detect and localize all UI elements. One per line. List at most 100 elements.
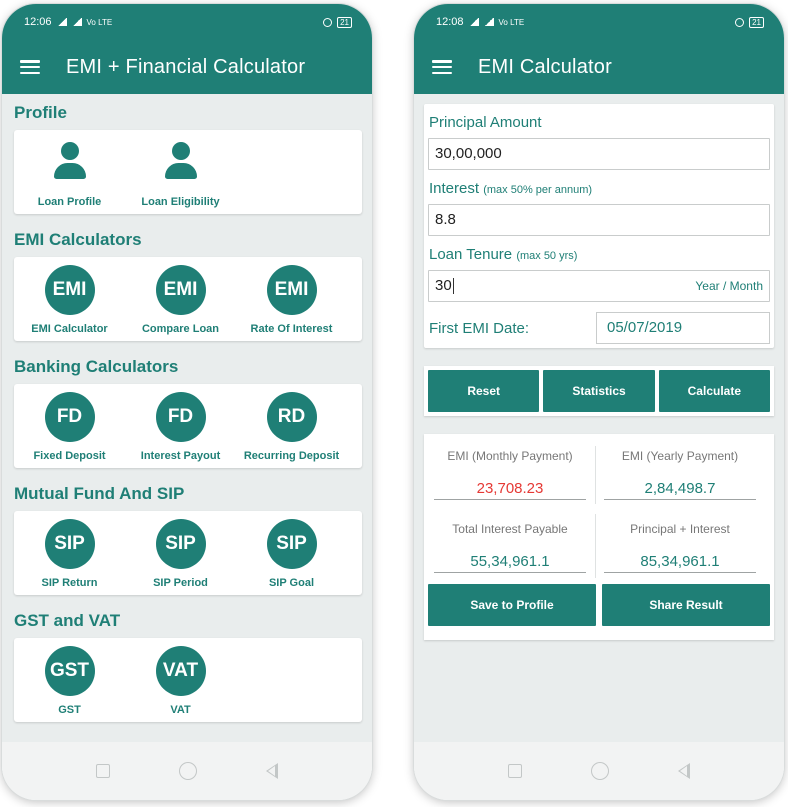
tile-sip-period[interactable]: SIP SIP Period [125,519,236,595]
tenure-value: 30 [435,277,452,294]
back-icon[interactable] [265,763,278,779]
tile-recurring-deposit[interactable]: RD Recurring Deposit [236,392,347,468]
tile-rate-of-interest[interactable]: EMI Rate Of Interest [236,265,347,341]
tile-sip-return[interactable]: SIP SIP Return [14,519,125,595]
tile-label: Interest Payout [140,450,221,462]
tile-vat[interactable]: VAT VAT [125,646,236,722]
tile-label: EMI Calculator [31,323,108,335]
signal-icon [468,18,479,26]
underline [434,499,586,500]
tenure-input[interactable]: 30 Year / Month [428,270,770,302]
total-interest-label: Total Interest Payable [452,522,568,536]
app-bar: EMI Calculator [414,40,784,94]
tile-label: SIP Period [153,577,208,589]
tile-label: Compare Loan [141,323,219,335]
principal-input[interactable]: 30,00,000 [428,138,770,170]
underline [604,572,756,573]
battery-icon: 21 [749,16,764,28]
tile-label: Fixed Deposit [33,450,106,462]
section-card-sip: SIP SIP Return SIP SIP Period SIP SIP Go… [14,511,362,595]
sip-icon: SIP [155,519,206,569]
underline [604,499,756,500]
tenure-unit-toggle[interactable]: Year / Month [695,271,763,301]
person-icon [156,138,206,188]
page-title: EMI Calculator [478,55,612,78]
section-title-sip: Mutual Fund And SIP [14,484,185,503]
home-icon[interactable] [178,762,197,780]
tile-emi-calculator[interactable]: EMI EMI Calculator [14,265,125,341]
network-label: Vo LTE [86,17,113,27]
emi-yearly-label: EMI (Yearly Payment) [621,449,739,463]
status-bar: 12:06 Vo LTE 21 [2,4,372,40]
person-icon [45,138,95,188]
tile-label: SIP Return [41,577,98,589]
network-label: Vo LTE [498,17,525,27]
emi-icon: EMI [155,265,206,315]
section-card-profile: Loan Profile Loan Eligibility [14,130,362,214]
tile-loan-eligibility[interactable]: Loan Eligibility [125,138,236,214]
phone-right: 12:08 Vo LTE 21 EMI Calculator Principal… [414,4,784,800]
principal-interest-label: Principal + Interest [630,522,730,536]
tile-gst[interactable]: GST GST [14,646,125,722]
alarm-icon [323,17,333,27]
emi-yearly-result: EMI (Yearly Payment) 2,84,498.7 [598,446,762,500]
tile-label: Loan Eligibility [141,196,220,208]
section-card-banking: FD Fixed Deposit FD Interest Payout RD R… [14,384,362,468]
tile-label: SIP Goal [268,577,315,589]
recents-icon[interactable] [508,764,523,778]
tile-label: Rate Of Interest [250,323,333,335]
fd-icon: FD [155,392,206,442]
phone-left: 12:06 Vo LTE 21 EMI + Financial Calculat… [2,4,372,800]
action-buttons: Reset Statistics Calculate [424,366,774,416]
vat-icon: VAT [155,646,206,696]
page-title: EMI + Financial Calculator [66,55,306,78]
system-nav-bar [414,742,784,800]
back-icon[interactable] [677,763,690,779]
tile-compare-loan[interactable]: EMI Compare Loan [125,265,236,341]
recents-icon[interactable] [96,764,111,778]
section-title-gst: GST and VAT [14,611,121,630]
interest-label-text: Interest [429,180,480,197]
tile-interest-payout[interactable]: FD Interest Payout [125,392,236,468]
first-emi-label: First EMI Date: [429,320,530,337]
menu-icon[interactable] [20,60,40,74]
emi-icon: EMI [44,265,95,315]
principal-interest-value: 85,34,961.1 [640,553,720,570]
divider [595,446,596,504]
share-result-button[interactable]: Share Result [602,584,770,626]
home-icon[interactable] [590,762,609,780]
status-time: 12:08 [436,16,464,28]
statistics-button[interactable]: Statistics [543,370,655,412]
alarm-icon [735,17,745,27]
save-to-profile-button[interactable]: Save to Profile [428,584,596,626]
result-card: EMI (Monthly Payment) 23,708.23 EMI (Yea… [424,434,774,640]
menu-icon[interactable] [432,60,452,74]
interest-input[interactable]: 8.8 [428,204,770,236]
calculator-list: Profile Loan Profile Loan Eligibility EM… [2,94,372,742]
tile-sip-goal[interactable]: SIP SIP Goal [236,519,347,595]
gst-icon: GST [44,646,95,696]
total-interest-value: 55,34,961.1 [470,553,550,570]
calculate-button[interactable]: Calculate [658,370,770,412]
principal-interest-result: Principal + Interest 85,34,961.1 [598,519,762,573]
sip-icon: SIP [266,519,317,569]
rd-icon: RD [266,392,317,442]
app-bar: EMI + Financial Calculator [2,40,372,94]
tile-label: GST [58,704,81,716]
fd-icon: FD [44,392,95,442]
tenure-label: Loan Tenure (max 50 yrs) [429,246,577,263]
tile-loan-profile[interactable]: Loan Profile [14,138,125,214]
reset-button[interactable]: Reset [428,370,540,412]
total-interest-result: Total Interest Payable 55,34,961.1 [428,519,592,573]
underline [434,572,586,573]
section-title-profile: Profile [14,103,67,122]
tile-fixed-deposit[interactable]: FD Fixed Deposit [14,392,125,468]
first-emi-date-input[interactable]: 05/07/2019 [596,312,770,344]
divider [595,514,596,578]
battery-icon: 21 [337,16,352,28]
emi-icon: EMI [266,265,317,315]
tile-label: VAT [170,704,191,716]
status-bar: 12:08 Vo LTE 21 [414,4,784,40]
signal-icon [483,18,494,26]
section-title-emi: EMI Calculators [14,230,142,249]
